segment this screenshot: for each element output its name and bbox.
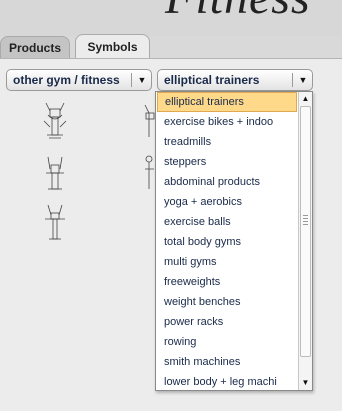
dropdown-option[interactable]: total body gyms [157, 232, 297, 252]
select-divider [131, 73, 132, 87]
down-triangle-icon: ▼ [137, 75, 147, 85]
dropdown-option[interactable]: smith machines [157, 352, 297, 372]
tab-symbols[interactable]: Symbols [75, 34, 150, 58]
dropdown-option[interactable]: steppers [157, 152, 297, 172]
header-title: Fitness [165, 0, 311, 25]
grip-line [303, 218, 308, 219]
dropdown-option[interactable]: exercise balls [157, 212, 297, 232]
elliptical-trainer-symbol-icon[interactable] [42, 203, 68, 243]
category-select-value: other gym / fitness [13, 73, 120, 87]
tab-bar: Products Symbols [0, 34, 342, 58]
header-banner: Fitness [0, 0, 342, 36]
grip-line [303, 215, 308, 216]
scroll-up-icon[interactable]: ▲ [299, 92, 312, 105]
dropdown-option[interactable]: power racks [157, 312, 297, 332]
tab-products[interactable]: Products [0, 36, 70, 58]
elliptical-trainer-symbol-icon[interactable] [40, 101, 70, 141]
subcategory-dropdown-list[interactable]: elliptical trainers exercise bikes + indo… [155, 91, 313, 391]
grip-line [303, 221, 308, 222]
subcategory-select-value: elliptical trainers [164, 73, 260, 87]
select-divider [292, 73, 293, 87]
dropdown-option[interactable]: abdominal products [157, 172, 297, 192]
elliptical-trainer-symbol-icon[interactable] [143, 155, 155, 191]
scroll-down-icon[interactable]: ▼ [299, 376, 312, 389]
down-triangle-icon: ▼ [298, 75, 308, 85]
scrollbar[interactable]: ▲ ▼ [298, 92, 312, 390]
dropdown-option[interactable]: multi gyms [157, 252, 297, 272]
dropdown-option[interactable]: treadmills [157, 132, 297, 152]
dropdown-option[interactable]: freeweights [157, 272, 297, 292]
dropdown-option[interactable]: elliptical trainers [157, 92, 297, 112]
dropdown-option[interactable]: yoga + aerobics [157, 192, 297, 212]
elliptical-trainer-symbol-icon[interactable] [143, 103, 155, 139]
scroll-thumb[interactable] [300, 106, 311, 357]
grip-line [303, 224, 308, 225]
elliptical-trainer-symbol-icon[interactable] [42, 155, 68, 193]
dropdown-option[interactable]: rowing [157, 332, 297, 352]
dropdown-option[interactable]: exercise bikes + indoo [157, 112, 297, 132]
dropdown-option[interactable]: lower body + leg machi [157, 372, 297, 392]
dropdown-option[interactable]: weight benches [157, 292, 297, 312]
category-select[interactable]: other gym / fitness ▼ [6, 69, 152, 91]
subcategory-select[interactable]: elliptical trainers ▼ [157, 69, 313, 91]
